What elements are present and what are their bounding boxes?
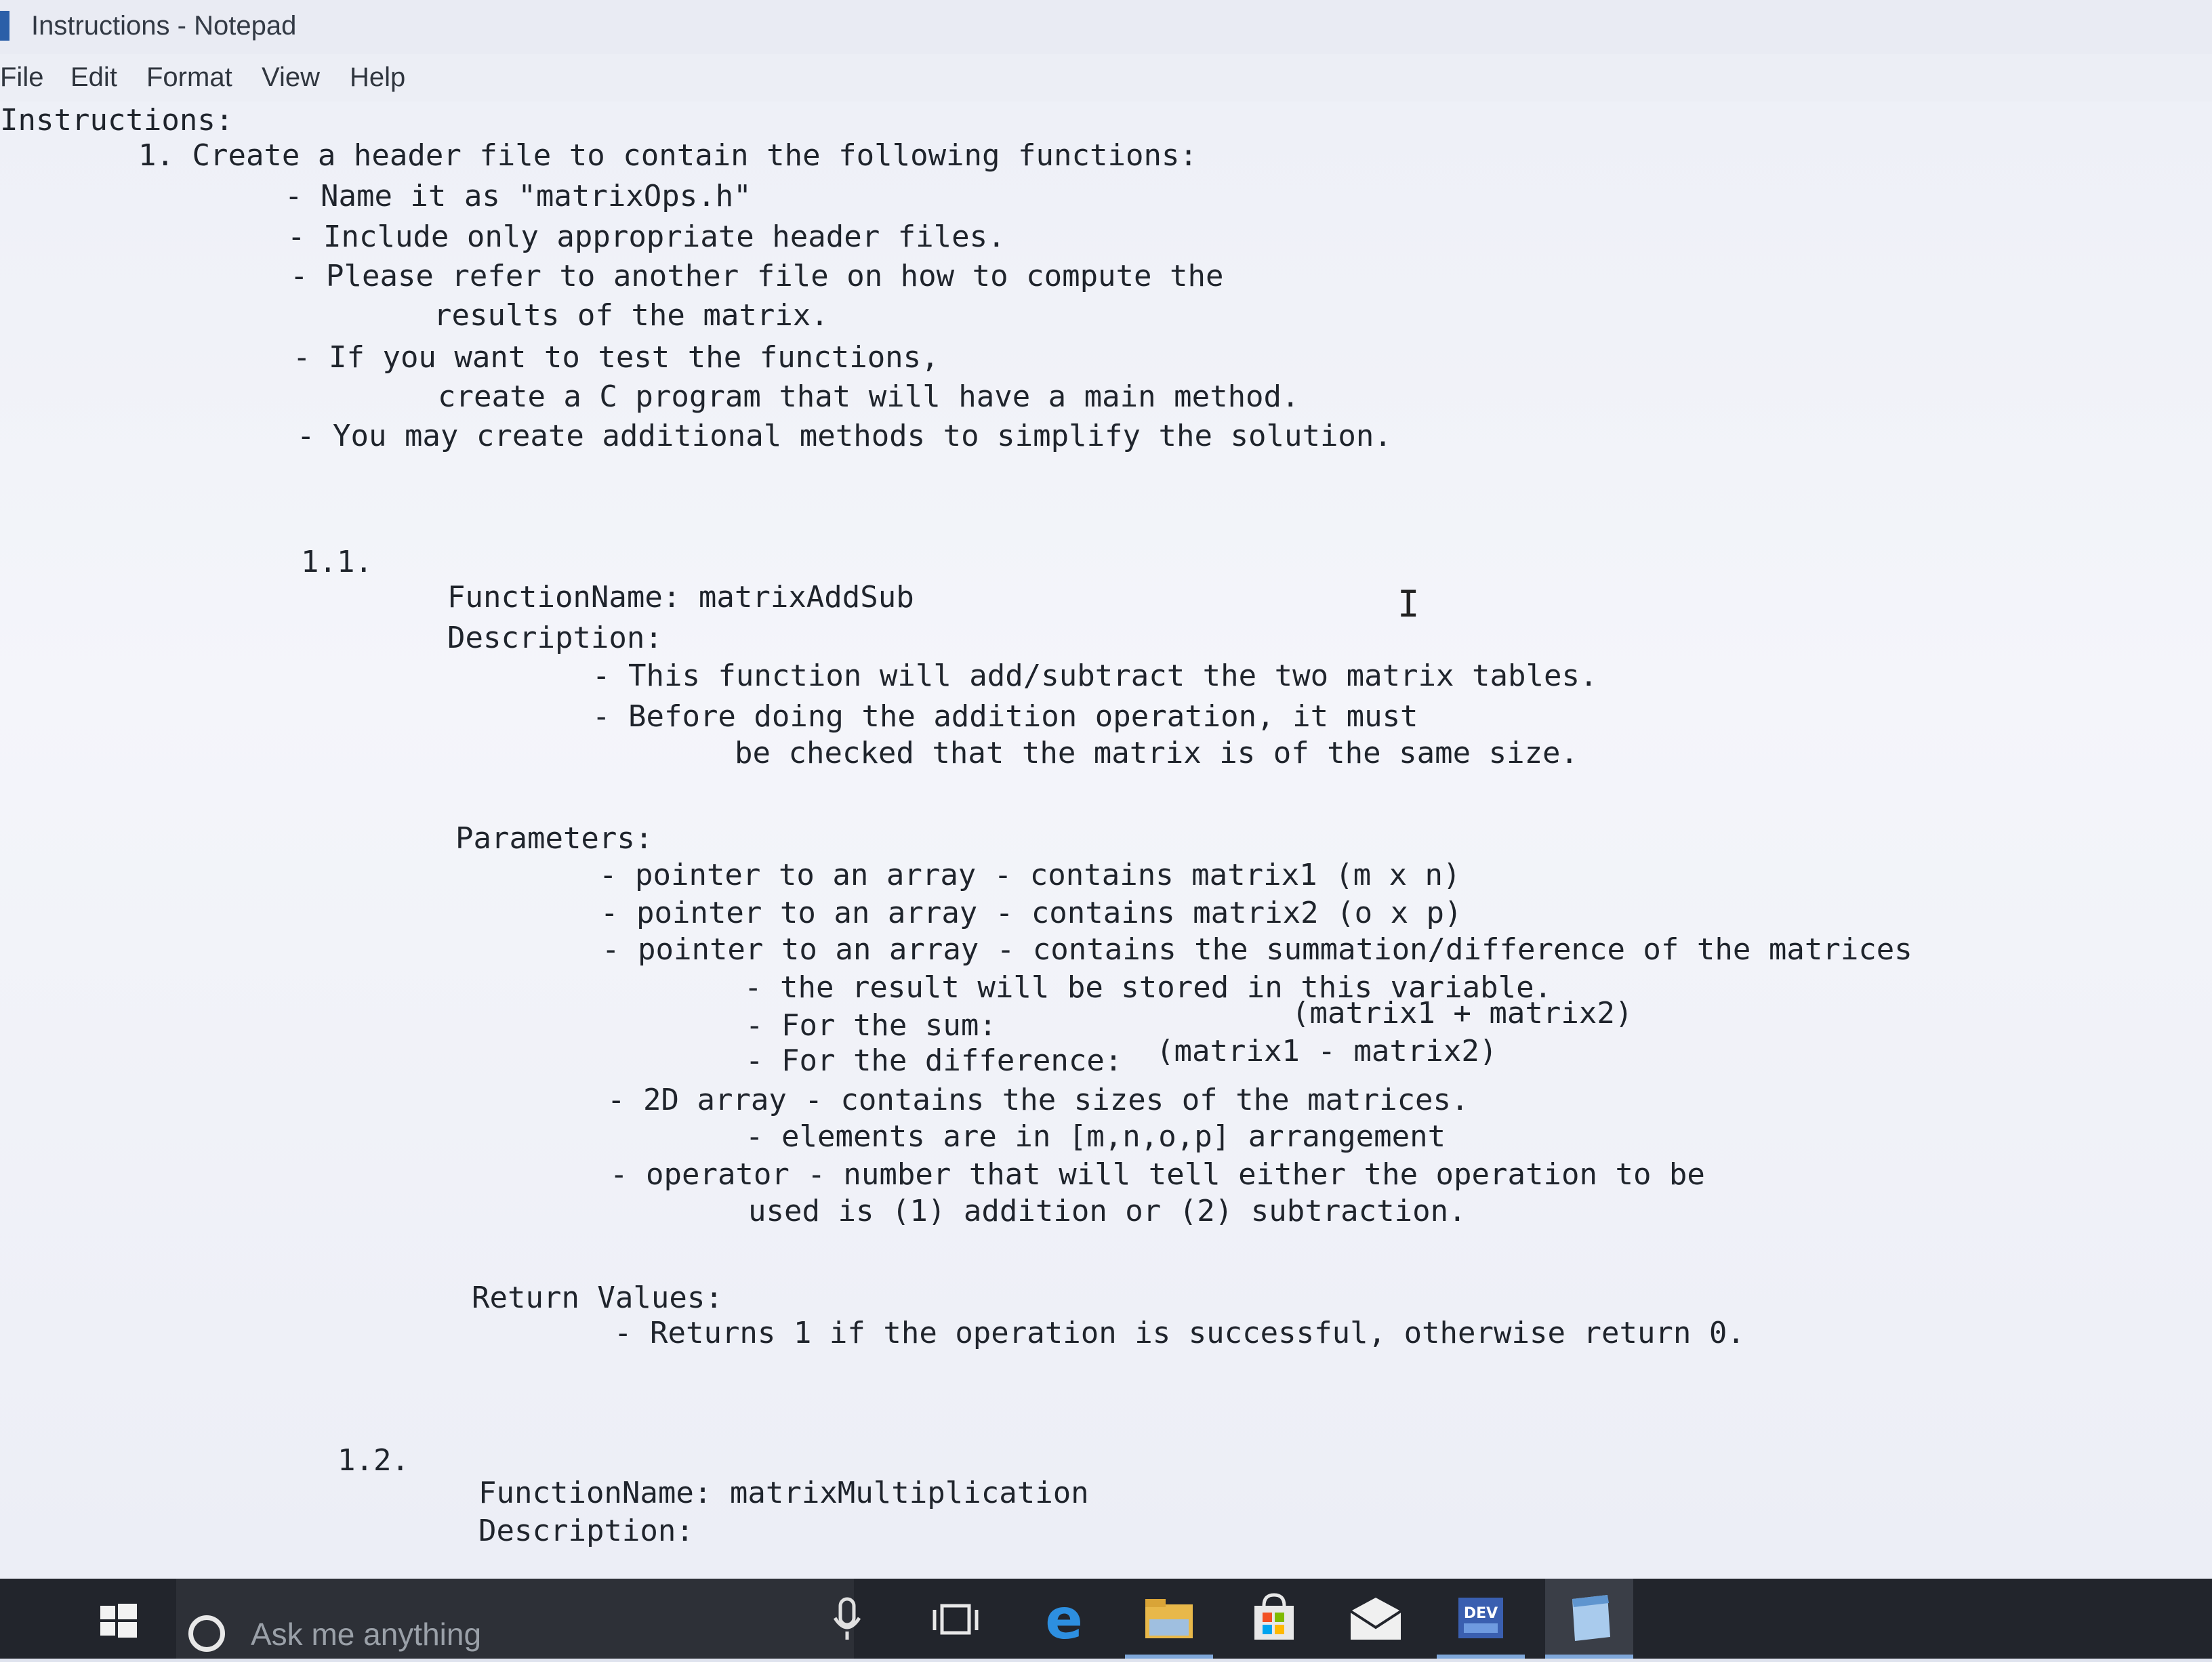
text-line: Return Values: [472,1281,723,1315]
text-line: (matrix1 + matrix2) [1292,996,1633,1031]
notepad-app-icon [0,11,9,41]
dev-label: DEV [1464,1605,1498,1622]
text-line: - Please refer to another file on how to… [290,259,1224,293]
text-line: - Returns 1 if the operation is successf… [614,1316,1745,1350]
text-line: FunctionName: matrixMultiplication [478,1476,1089,1510]
text-line: Parameters: [455,821,653,856]
dev-cpp-icon[interactable]: DEV [1437,1579,1525,1659]
text-line: results of the matrix. [434,298,829,333]
title-bar[interactable]: Instructions - Notepad [0,0,2212,54]
search-placeholder[interactable]: Ask me anything [251,1615,481,1653]
text-line: used is (1) addition or (2) subtraction. [748,1194,1467,1228]
text-line: - pointer to an array - contains the sum… [602,932,1912,967]
windows-start-icon[interactable] [81,1579,163,1659]
file-explorer-icon[interactable] [1125,1579,1213,1659]
text-line: - Include only appropriate header files. [287,220,1006,254]
text-line: Description: [478,1514,694,1548]
section-number: 1.2. [337,1443,409,1478]
text-line: - For the difference: [745,1043,1123,1078]
menu-edit[interactable]: Edit [70,57,117,98]
cortana-icon[interactable] [188,1615,225,1652]
menu-format[interactable]: Format [146,57,232,98]
window-title: Instructions - Notepad [31,11,297,41]
section-number: 1.1. [301,545,373,579]
text-line: FunctionName: matrixAddSub [447,580,914,615]
text-line: Description: [447,621,663,655]
text-line: (matrix1 - matrix2) [1156,1034,1498,1068]
text-line: create a C program that will have a main… [438,379,1300,414]
menu-help[interactable]: Help [350,57,405,98]
notepad-window: Instructions - Notepad File Edit Format … [0,0,2212,1579]
store-icon[interactable] [1230,1579,1318,1659]
text-line: - elements are in [m,n,o,p] arrangement [745,1119,1446,1154]
i-beam-cursor-icon: I [1397,583,1420,625]
text-editor[interactable]: Instructions: 1. Create a header file to… [0,102,2212,1579]
notepad-icon[interactable] [1545,1579,1633,1659]
mail-icon[interactable] [1332,1579,1420,1659]
svg-text:e: e [1045,1587,1083,1652]
text-line: Instructions: [0,103,234,138]
text-line: - For the sum: [745,1008,997,1043]
text-line: - Before doing the addition operation, i… [592,699,1418,734]
text-line: - operator - number that will tell eithe… [610,1157,1705,1192]
text-line: - You may create additional methods to s… [297,419,1392,453]
task-view-icon[interactable] [912,1579,1000,1659]
text-line: - If you want to test the functions, [293,340,939,375]
text-line: - 2D array - contains the sizes of the m… [607,1083,1469,1117]
edge-icon[interactable]: e [1020,1579,1108,1659]
text-line: - This function will add/subtract the tw… [592,659,1598,693]
menu-bar: File Edit Format View Help [0,54,2212,102]
text-line: 1. Create a header file to contain the f… [138,138,1197,173]
microphone-icon[interactable] [813,1579,881,1659]
text-line: - pointer to an array - contains matrix2… [600,896,1462,930]
text-line: - Name it as "matrixOps.h" [285,179,752,213]
menu-file[interactable]: File [0,57,43,98]
text-line: be checked that the matrix is of the sam… [735,736,1579,770]
text-line: - pointer to an array - contains matrix1… [599,858,1461,892]
menu-view[interactable]: View [262,57,320,98]
